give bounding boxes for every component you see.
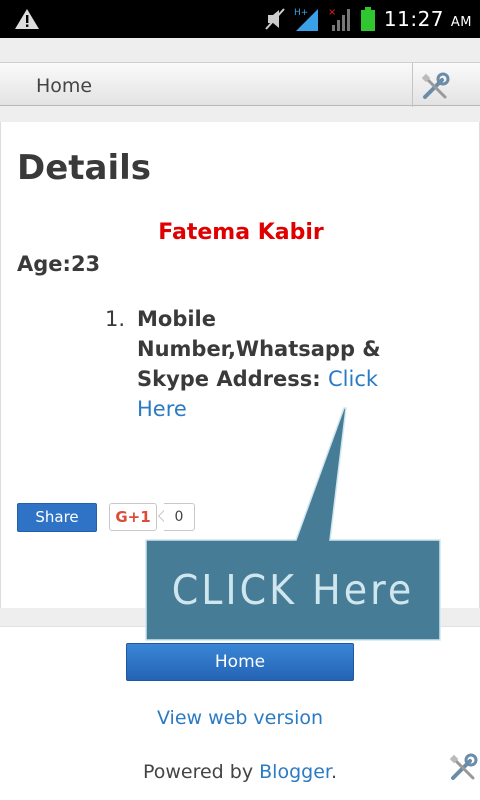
page-title: Details <box>17 148 152 188</box>
svg-text:H+: H+ <box>294 8 308 18</box>
powered-by: Powered by Blogger. <box>0 761 480 783</box>
mute-icon <box>265 8 285 30</box>
share-button[interactable]: Share <box>17 503 97 532</box>
gplus-count: 0 <box>164 503 195 531</box>
view-web-version-link[interactable]: View web version <box>0 707 480 729</box>
powered-suffix: . <box>330 761 338 783</box>
footer-home-button[interactable]: Home <box>126 643 354 681</box>
age-value: 23 <box>70 252 101 276</box>
list-number: 1. <box>105 307 126 331</box>
warning-icon <box>15 9 39 29</box>
age-label: Age: <box>17 252 71 276</box>
list-item: 1. Mobile Number,Whatsapp & Skype Addres… <box>105 304 405 424</box>
svg-text:×: × <box>328 7 336 18</box>
age-line: Age:23 <box>17 252 100 276</box>
no-signal-icon: × <box>328 7 350 31</box>
wrench-screwdriver-icon[interactable] <box>448 753 478 783</box>
footer: Home View web version Powered by Blogger… <box>0 626 480 800</box>
callout-text[interactable]: CLICK Here <box>146 536 440 644</box>
header-home-link[interactable]: Home <box>36 75 92 97</box>
blogger-link[interactable]: Blogger <box>259 761 331 783</box>
gplus-button[interactable]: G+1 <box>109 503 157 531</box>
status-bar: H+ × 11:27 AM <box>0 0 480 38</box>
powered-prefix: Powered by <box>142 761 260 783</box>
wrench-screwdriver-icon[interactable] <box>420 72 450 102</box>
header-divider <box>412 63 413 107</box>
hplus-signal-icon: H+ <box>294 8 318 31</box>
person-name: Fatema Kabir <box>158 220 324 245</box>
clock: 11:27 AM <box>383 7 472 31</box>
battery-icon <box>360 7 375 31</box>
header-bar: Home <box>0 62 480 107</box>
